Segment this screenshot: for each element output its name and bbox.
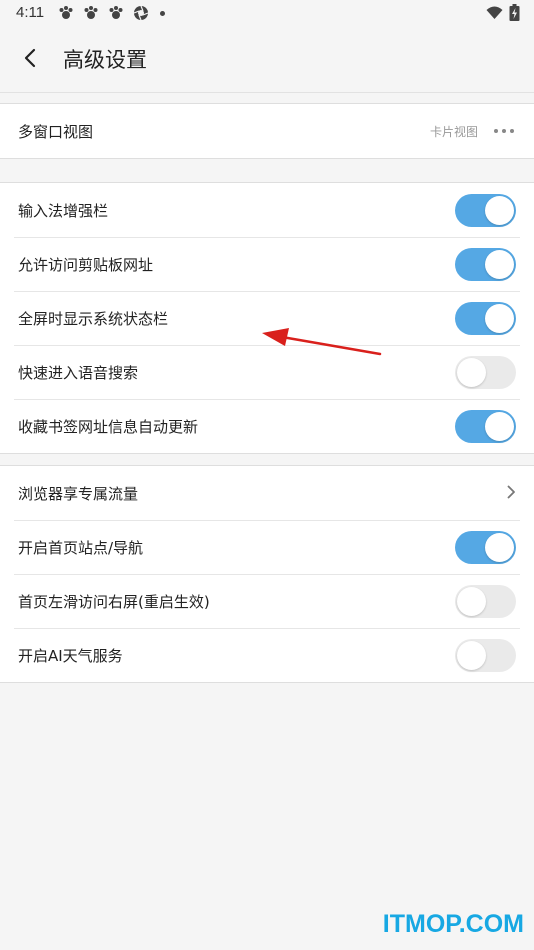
toggle-switch[interactable]: [455, 584, 516, 618]
setting-label: 多窗口视图: [18, 122, 94, 141]
setting-label: 允许访问剪贴板网址: [18, 255, 154, 274]
paw-icon: [108, 5, 124, 21]
watermark: ITMOP.COM: [382, 910, 524, 938]
settings-group-view: 多窗口视图 卡片视图: [0, 103, 534, 159]
paw-icon: [58, 5, 74, 21]
toggle-switch[interactable]: [455, 409, 516, 443]
wifi-icon: [486, 5, 503, 24]
status-time: 4:11: [16, 4, 45, 21]
toggle-switch[interactable]: [455, 301, 516, 335]
setting-row-voice-search: 快速进入语音搜索: [0, 345, 534, 399]
back-button[interactable]: [16, 46, 44, 74]
setting-label: 收藏书签网址信息自动更新: [18, 417, 199, 436]
page-title: 高级设置: [63, 48, 147, 72]
setting-row-clipboard: 允许访问剪贴板网址: [0, 237, 534, 291]
app-header: 高级设置: [0, 28, 534, 93]
system-icons: [486, 4, 520, 25]
setting-row-fullscreen-statusbar: 全屏时显示系统状态栏: [0, 291, 534, 345]
setting-label: 输入法增强栏: [18, 201, 109, 220]
toggle-switch[interactable]: [455, 638, 516, 672]
setting-label: 开启首页站点/导航: [18, 538, 144, 557]
setting-label: 快速进入语音搜索: [18, 363, 139, 382]
setting-row-bookmark-update: 收藏书签网址信息自动更新: [0, 399, 534, 453]
more-horizontal-icon[interactable]: [492, 125, 516, 137]
setting-label: 浏览器享专属流量: [18, 484, 139, 503]
setting-row-input-enhance: 输入法增强栏: [0, 183, 534, 237]
setting-label: 全屏时显示系统状态栏: [18, 309, 169, 328]
notification-icons: [58, 5, 165, 21]
aperture-icon: [133, 5, 149, 21]
chevron-left-icon: [24, 48, 36, 72]
chevron-right-icon: [506, 484, 516, 503]
toggle-switch[interactable]: [455, 530, 516, 564]
paw-icon: [83, 5, 99, 21]
status-bar: 4:11: [0, 0, 534, 28]
setting-row-homepage-sites: 开启首页站点/导航: [0, 520, 534, 574]
toggle-switch[interactable]: [455, 355, 516, 389]
toggle-switch[interactable]: [455, 193, 516, 227]
notification-dot: [160, 10, 165, 16]
setting-row-swipe-right-screen: 首页左滑访问右屏(重启生效): [0, 574, 534, 628]
settings-group-misc: 浏览器享专属流量 开启首页站点/导航 首页左滑访问右屏(重启生效) 开启AI天气…: [0, 465, 534, 683]
setting-label: 开启AI天气服务: [18, 646, 123, 665]
toggle-switch[interactable]: [455, 247, 516, 281]
setting-value: 卡片视图: [429, 124, 478, 139]
setting-row-ai-weather: 开启AI天气服务: [0, 628, 534, 682]
battery-charging-icon: [509, 4, 520, 25]
settings-group-toggles: 输入法增强栏 允许访问剪贴板网址 全屏时显示系统状态栏 快速进入语音搜索 收藏书…: [0, 182, 534, 454]
setting-row-multi-window[interactable]: 多窗口视图 卡片视图: [0, 104, 534, 158]
setting-row-exclusive-traffic[interactable]: 浏览器享专属流量: [0, 466, 534, 520]
setting-value-wrap: 卡片视图: [430, 123, 516, 140]
setting-label: 首页左滑访问右屏(重启生效): [18, 592, 210, 611]
